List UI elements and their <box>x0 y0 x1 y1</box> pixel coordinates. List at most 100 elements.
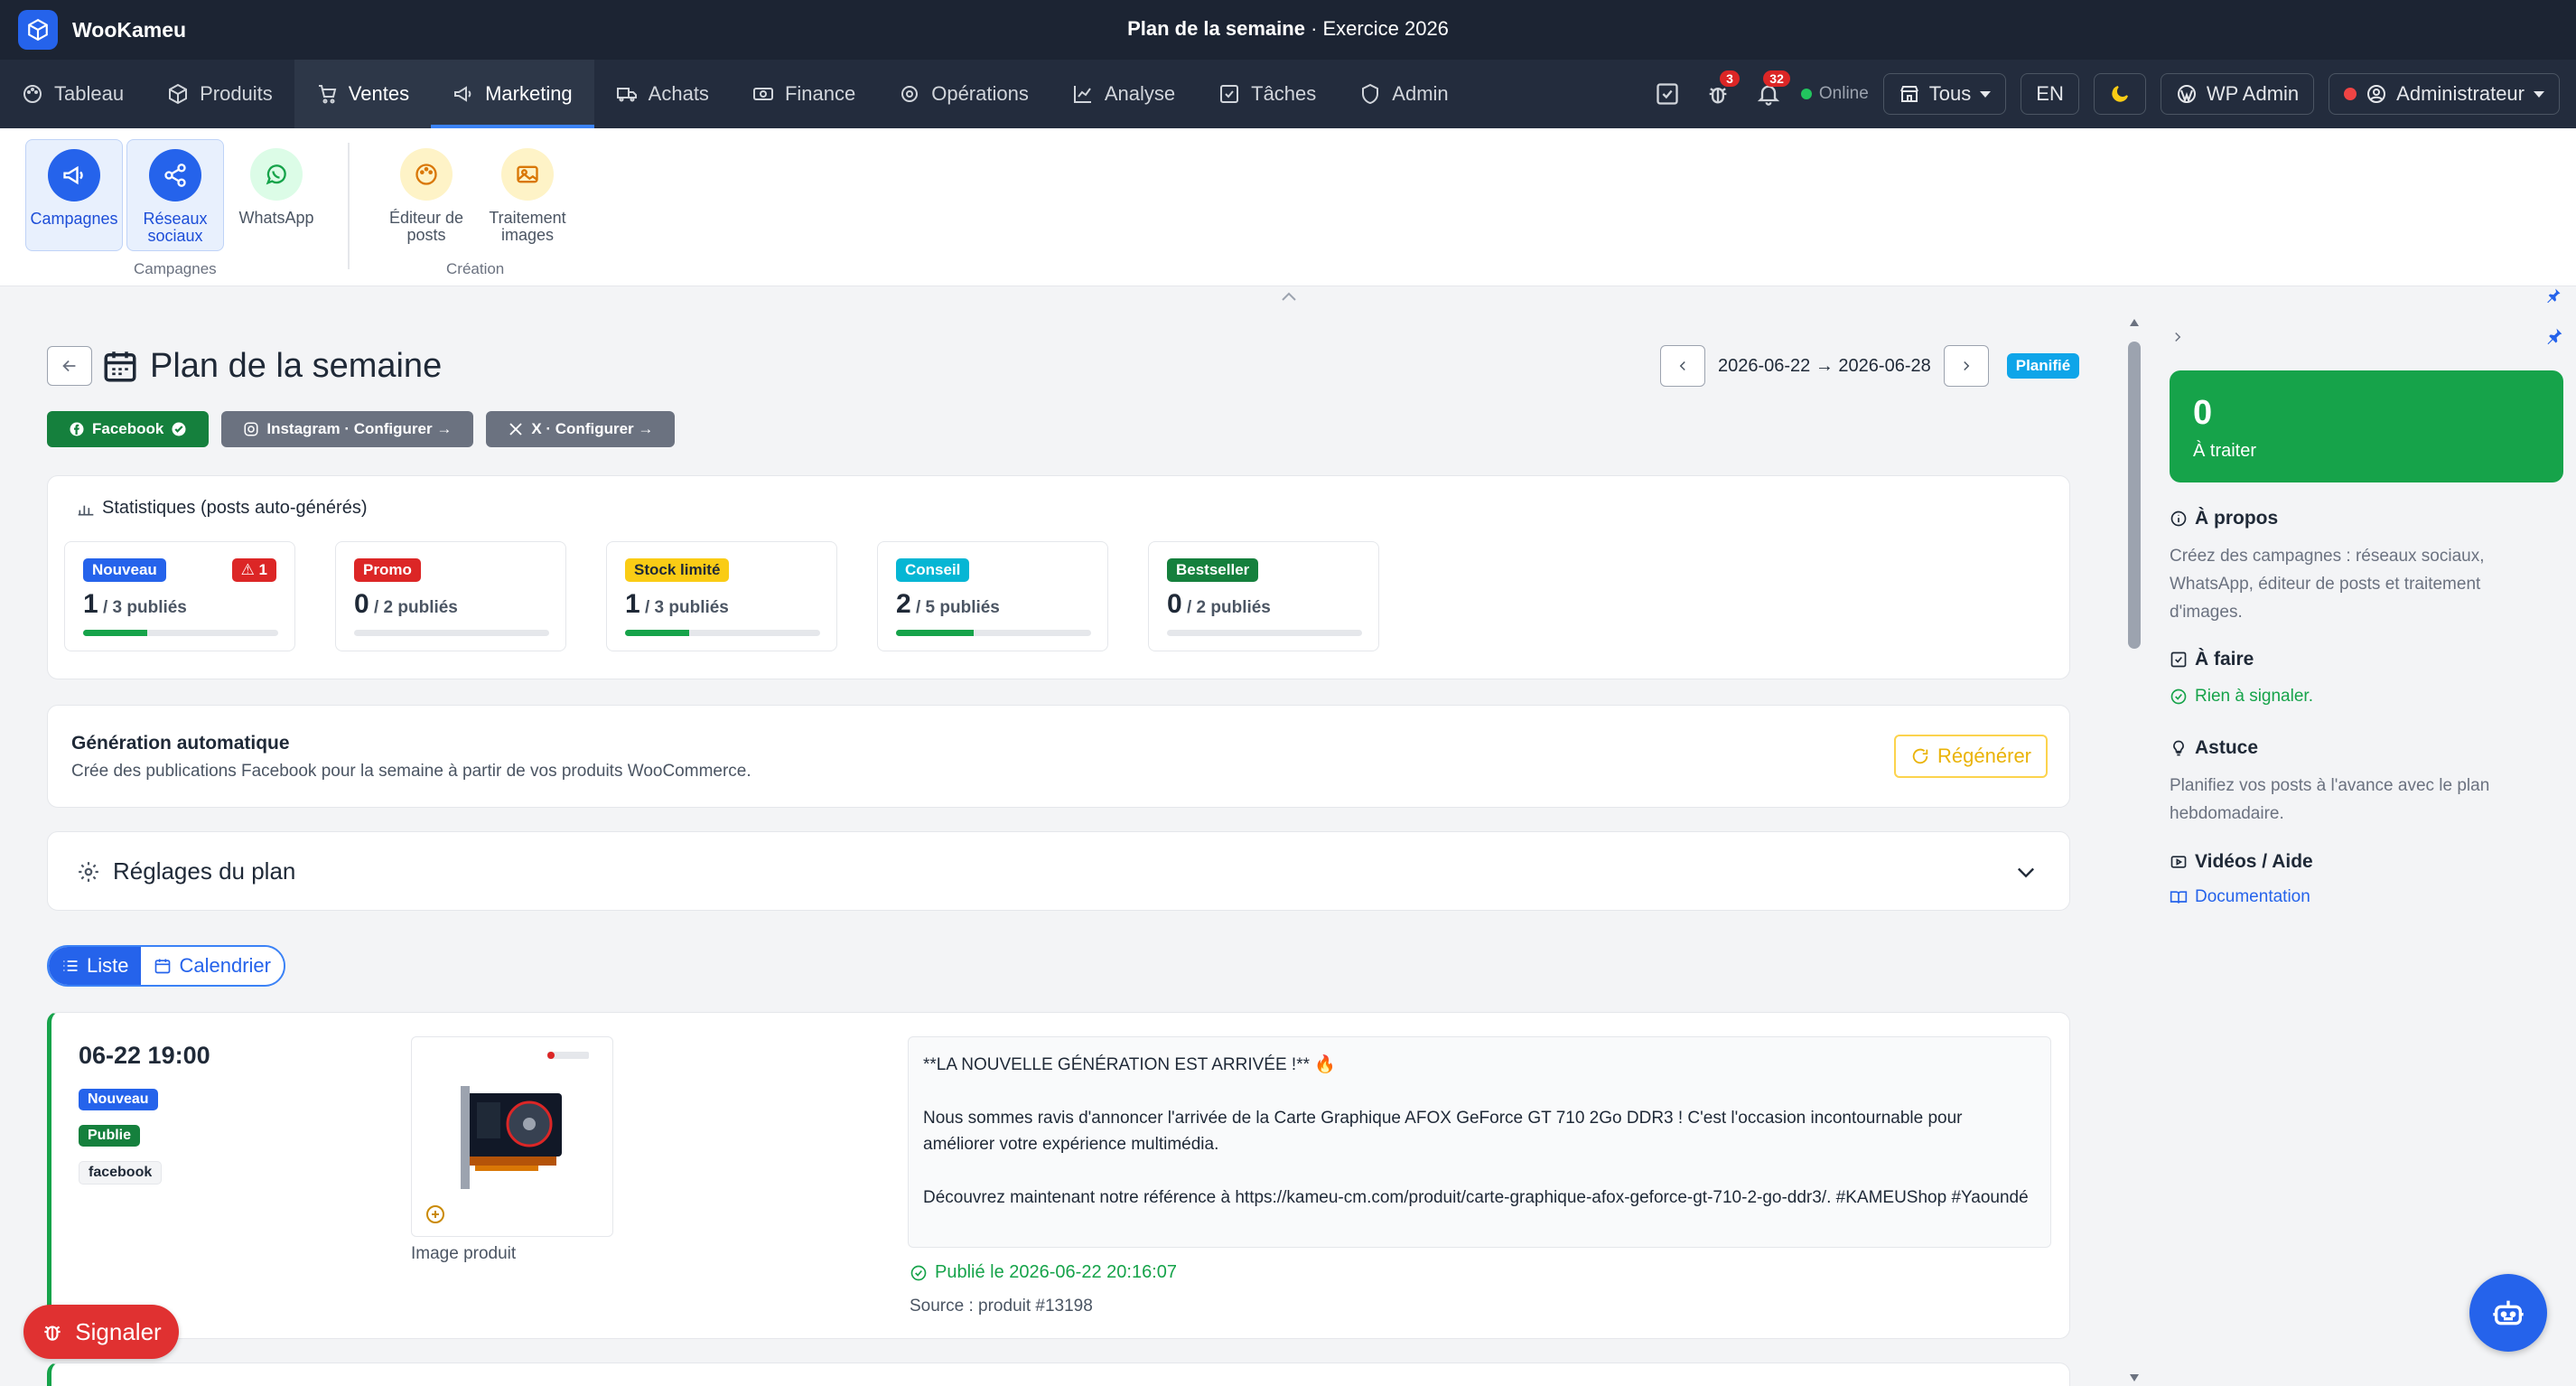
stats-title: Statistiques (posts auto-générés) <box>77 498 368 519</box>
facebook-network-button[interactable]: Facebook <box>47 411 210 447</box>
chatbot-button[interactable] <box>2469 1274 2547 1352</box>
tasks-check-button[interactable] <box>1649 76 1685 112</box>
prev-week-button[interactable] <box>1660 345 1705 387</box>
check-circle-icon <box>172 422 186 436</box>
wp-admin-button[interactable]: WP Admin <box>2160 73 2315 115</box>
date-range: 2026-06-22 → 2026-06-28 <box>1718 355 1931 376</box>
nav-item-achats[interactable]: Achats <box>594 60 731 128</box>
back-button[interactable] <box>47 346 92 386</box>
main-content: Plan de la semaine 2026-06-22 → 2026-06-… <box>0 307 2127 1386</box>
wordpress-icon <box>2177 85 2196 104</box>
post-status-badge: Publie <box>79 1125 141 1147</box>
ribbon-group-label-campagnes: Campagnes <box>134 260 217 277</box>
right-panel: 0 À traiter À propos Créez des campagnes… <box>2150 307 2576 1386</box>
pin-icon[interactable] <box>2545 327 2563 350</box>
nav-item-analyse[interactable]: Analyse <box>1050 60 1197 128</box>
cart-icon <box>318 85 337 104</box>
calendar-icon <box>155 959 171 974</box>
calendar-view-button[interactable]: Calendrier <box>141 947 284 985</box>
nav-item-taches[interactable]: Tâches <box>1197 60 1338 128</box>
info-icon <box>2170 510 2187 527</box>
post-card <box>47 1363 2070 1386</box>
brand[interactable]: WooKameu <box>18 10 186 50</box>
nav-item-produits[interactable]: Produits <box>145 60 294 128</box>
megaphone-icon <box>454 86 471 102</box>
post-source: Source : produit #13198 <box>910 1297 1093 1316</box>
arrow-left-icon <box>62 360 76 372</box>
box-icon <box>169 83 188 105</box>
page-title: Plan de la semaine <box>150 347 443 385</box>
list-icon <box>63 960 78 971</box>
todo-count: 0 <box>2193 394 2213 432</box>
post-time: 06-22 19:00 <box>79 1042 210 1069</box>
graphics-card-image <box>426 1052 589 1223</box>
next-week-button[interactable] <box>1943 345 1989 387</box>
nav-item-admin[interactable]: Admin <box>1338 60 1470 128</box>
scrollbar[interactable] <box>2124 314 2144 1386</box>
plan-settings-accordion[interactable]: Réglages du plan <box>47 831 2070 911</box>
post-card: 06-22 19:00 Nouveau Publie facebook Imag… <box>47 1012 2070 1339</box>
language-button[interactable]: EN <box>2021 73 2079 115</box>
notifications-button[interactable]: 32 <box>1750 70 1790 112</box>
store-icon <box>1899 86 1918 102</box>
instagram-configure-button[interactable]: Instagram · Configurer → <box>221 411 474 447</box>
pin-icon[interactable] <box>2545 287 2562 308</box>
ribbon-item-whatsapp[interactable]: WhatsApp <box>228 139 325 251</box>
check-square-icon <box>1220 85 1239 103</box>
regenerate-button[interactable]: Régénérer <box>1894 735 2048 778</box>
documentation-link[interactable]: Documentation <box>2170 887 2310 907</box>
ribbon-item-traitement-images[interactable]: Traitement images <box>479 139 576 251</box>
stat-progress-fill <box>896 630 975 636</box>
chevron-down-icon <box>2534 90 2544 98</box>
ribbon-item-campagnes[interactable]: Campagnes <box>25 139 123 251</box>
truck-icon <box>616 88 637 102</box>
check-square-icon <box>1657 83 1678 105</box>
bug-report-button[interactable]: 3 <box>1700 70 1740 112</box>
ribbon-item-reseaux-sociaux[interactable]: Réseaux sociaux <box>126 139 224 251</box>
nav-item-operations[interactable]: Opérations <box>877 60 1050 128</box>
user-circle-icon <box>2367 85 2386 103</box>
x-configure-button[interactable]: X · Configurer → <box>486 411 676 447</box>
check-circle-icon <box>2170 688 2187 705</box>
nav-item-tableau[interactable]: Tableau <box>0 60 145 128</box>
stat-tag: Promo <box>354 558 421 582</box>
store-select[interactable]: Tous <box>1882 73 2007 115</box>
chevron-up-icon[interactable] <box>1281 289 1297 305</box>
nav-item-finance[interactable]: Finance <box>731 60 877 128</box>
stat-progress-bar <box>354 630 549 636</box>
todo-label: À traiter <box>2193 441 2257 461</box>
todo-summary-card[interactable]: 0 À traiter <box>2170 370 2563 482</box>
refresh-icon <box>1912 748 1928 764</box>
nav-item-marketing[interactable]: Marketing <box>431 60 594 128</box>
lightbulb-icon <box>2173 740 2184 756</box>
stat-value: 1 / 3 publiés <box>83 589 187 619</box>
ribbon-item-editeur-posts[interactable]: Éditeur de posts <box>378 139 475 251</box>
product-image[interactable] <box>411 1036 613 1237</box>
list-view-button[interactable]: Liste <box>49 947 142 985</box>
report-bug-button[interactable]: Signaler <box>23 1305 179 1359</box>
settings-title: Réglages du plan <box>77 857 295 885</box>
stat-alert-badge[interactable]: ⚠ 1 <box>231 558 276 582</box>
ribbon-group-creation: Éditeur de posts Traitement images <box>378 139 576 251</box>
ribbon-group-label-creation: Création <box>446 260 505 277</box>
shield-icon <box>1362 83 1379 105</box>
week-navigator: 2026-06-22 → 2026-06-28 Planifié <box>1660 345 2080 387</box>
megaphone-icon <box>48 149 100 201</box>
stat-progress-bar <box>625 630 820 636</box>
x-logo-icon <box>509 423 522 435</box>
todo-heading: À faire <box>2170 649 2254 670</box>
scroll-thumb[interactable] <box>2128 342 2141 649</box>
stat-tag: Stock limité <box>625 558 730 582</box>
chevron-right-icon[interactable] <box>2170 327 2186 351</box>
nav-item-ventes[interactable]: Ventes <box>294 60 432 128</box>
book-icon <box>2170 891 2188 904</box>
stat-box: Conseil 2 / 5 publiés <box>877 541 1108 651</box>
scroll-down-icon[interactable] <box>2129 1373 2140 1382</box>
scroll-up-icon[interactable] <box>2129 318 2140 327</box>
check-circle-icon <box>910 1265 927 1280</box>
stat-value: 1 / 3 publiés <box>625 589 729 619</box>
stat-value: 0 / 2 publiés <box>1167 589 1271 619</box>
user-menu-button[interactable]: Administrateur <box>2329 73 2560 115</box>
dark-mode-toggle[interactable] <box>2093 73 2146 115</box>
moon-icon <box>2112 86 2128 102</box>
